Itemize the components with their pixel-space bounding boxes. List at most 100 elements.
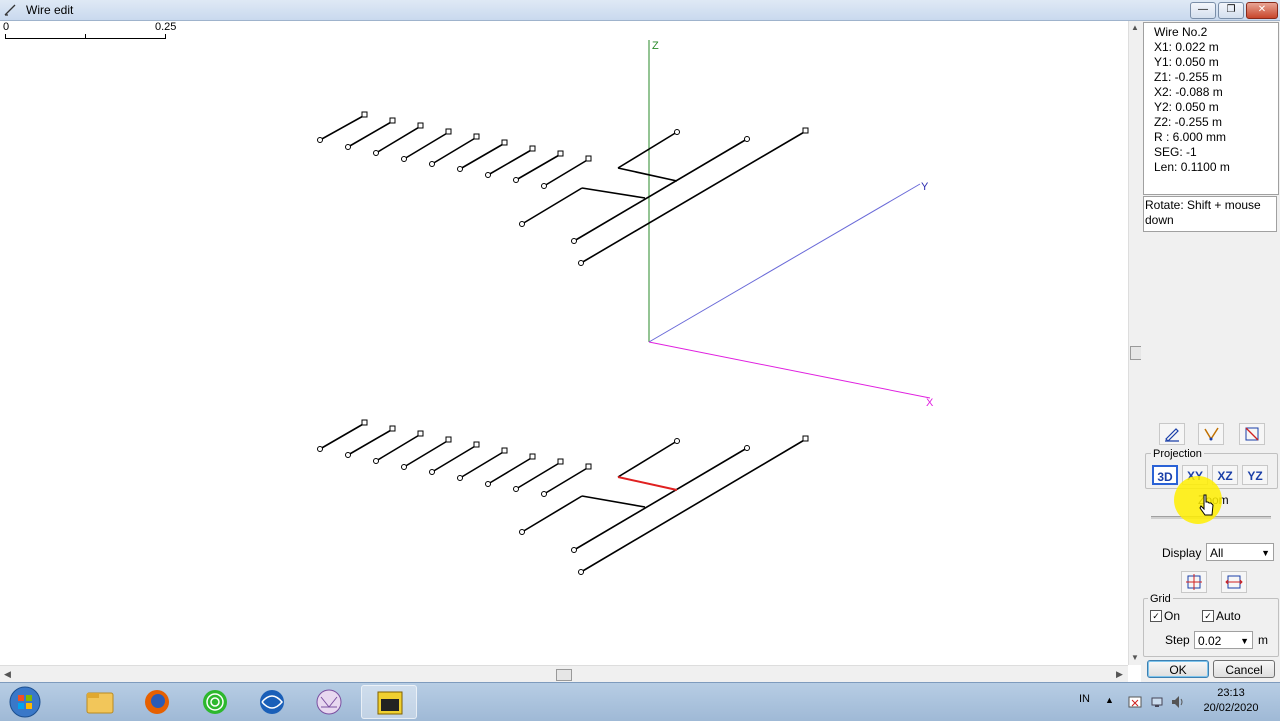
antenna-lower[interactable]: [319, 422, 807, 573]
director-wire: [431, 136, 478, 165]
director-wire: [515, 461, 562, 490]
x-axis-label: X: [926, 397, 934, 409]
feed-wire: [617, 167, 678, 182]
action-center-icon[interactable]: [1128, 695, 1142, 709]
z-axis-label: Z: [652, 40, 659, 52]
system-clock[interactable]: 23:13 20/02/2020: [1196, 686, 1266, 716]
wire-z1: Z1: -0.255 m: [1154, 70, 1223, 84]
expand-horizontal-icon: [1225, 575, 1243, 589]
director-wire: [347, 428, 394, 456]
wire-radius: R : 6.000 mm: [1154, 130, 1227, 144]
horizontal-scrollbar[interactable]: ◀ ▶: [0, 665, 1128, 683]
reflector-wire: [580, 438, 807, 573]
x-axis: [648, 341, 931, 399]
display-select[interactable]: All ▼: [1206, 543, 1274, 561]
director-wire: [487, 148, 534, 176]
driven-wire: [617, 440, 678, 478]
step-input[interactable]: 0.02 ▼: [1194, 631, 1253, 649]
language-indicator[interactable]: IN: [1079, 693, 1090, 705]
taskbar-explorer[interactable]: [72, 685, 128, 719]
add-wire-tool-button[interactable]: [1198, 423, 1224, 445]
box-diagonal-icon: [1245, 427, 1259, 441]
horizontal-scroll-thumb[interactable]: [556, 669, 572, 681]
projection-xz-button[interactable]: XZ: [1212, 465, 1238, 485]
step-label: Step: [1165, 633, 1190, 647]
scroll-right-arrow-icon[interactable]: ▶: [1116, 669, 1123, 680]
director-wire: [515, 153, 562, 181]
maximize-button[interactable]: ❐: [1218, 2, 1244, 19]
director-wire: [403, 439, 450, 468]
title-bar: Wire edit — ❐ ✕: [0, 0, 1280, 21]
director-wire: [375, 433, 422, 462]
volume-icon[interactable]: [1170, 694, 1186, 710]
wire-drawing-canvas[interactable]: Z Y X: [0, 21, 1128, 665]
y-axis: [648, 183, 921, 343]
taskbar-blue-app[interactable]: [244, 685, 300, 719]
close-button[interactable]: ✕: [1246, 2, 1278, 19]
scale-max-label: 0.25: [155, 21, 177, 33]
reflector-wire: [573, 138, 748, 242]
boom-wire: [521, 187, 583, 225]
scale-tick: [85, 34, 86, 39]
cancel-button[interactable]: Cancel: [1213, 660, 1275, 678]
scale-bar: 0 0.25: [0, 21, 180, 43]
taskbar-green-app[interactable]: [187, 685, 243, 719]
projection-3d-button[interactable]: 3D: [1152, 465, 1178, 485]
blue-globe-icon: [260, 690, 284, 714]
grid-auto-label: Auto: [1216, 609, 1241, 623]
rotate-hint: Rotate: Shift + mouse down: [1143, 196, 1277, 232]
grid-label: Grid: [1148, 593, 1173, 605]
taskbar-video-app[interactable]: [361, 685, 417, 719]
wire-x1: X1: 0.022 m: [1154, 40, 1219, 54]
minimize-button[interactable]: —: [1190, 2, 1216, 19]
control-panel: Wire No.2 X1: 0.022 m Y1: 0.050 m Z1: -0…: [1141, 21, 1280, 682]
zoom-extent-button[interactable]: [1221, 571, 1247, 593]
crosshair-icon: [1186, 574, 1202, 590]
taskbar-mmana[interactable]: [301, 685, 357, 719]
wire-y1: Y1: 0.050 m: [1154, 55, 1219, 69]
network-icon[interactable]: [1150, 695, 1164, 709]
mmana-icon: [316, 689, 342, 715]
file-explorer-icon: [86, 692, 114, 714]
wire-3d-view[interactable]: Z Y X: [0, 21, 1128, 665]
wire-info-box: Wire No.2 X1: 0.022 m Y1: 0.050 m Z1: -0…: [1143, 22, 1279, 195]
wire-z2: Z2: -0.255 m: [1154, 115, 1223, 129]
wire-angle-icon: [1204, 427, 1219, 441]
taskbar: IN ▲ 23:13 20/02/2020: [0, 682, 1280, 721]
director-wire: [543, 158, 590, 187]
grid-on-checkbox[interactable]: ✓: [1150, 610, 1162, 622]
ok-button[interactable]: OK: [1147, 660, 1209, 678]
edit-wire-tool-button[interactable]: [1159, 423, 1185, 445]
windows-start-icon[interactable]: [6, 685, 44, 719]
clock-time: 23:13: [1217, 687, 1245, 699]
chevron-down-icon: ▼: [1240, 636, 1249, 646]
feed-wire: [581, 495, 646, 508]
wire-x2: X2: -0.088 m: [1154, 85, 1223, 99]
green-target-icon: [203, 690, 227, 714]
scale-tick: [165, 34, 166, 39]
scroll-up-arrow-icon[interactable]: ▲: [1131, 23, 1139, 32]
grid-on-label: On: [1164, 609, 1181, 623]
director-wire: [543, 466, 590, 495]
driven-wire: [617, 131, 678, 169]
taskbar-firefox[interactable]: [129, 685, 185, 719]
wire-seg: SEG: -1: [1154, 145, 1197, 159]
zoom-fit-button[interactable]: [1181, 571, 1207, 593]
antenna-upper[interactable]: [319, 114, 807, 264]
display-label: Display: [1162, 546, 1202, 560]
chevron-down-icon: ▼: [1261, 548, 1270, 558]
boom-wire: [521, 495, 583, 533]
scroll-down-arrow-icon[interactable]: ▼: [1131, 653, 1139, 662]
tray-expand-icon[interactable]: ▲: [1105, 695, 1114, 705]
wire-edit-app-icon: [4, 4, 16, 16]
director-wire: [319, 422, 366, 450]
grid-auto-checkbox[interactable]: ✓: [1202, 610, 1214, 622]
scale-zero-label: 0: [3, 21, 10, 33]
vertical-scrollbar[interactable]: ▲ ▼: [1128, 21, 1142, 665]
wire-length: Len: 0.1100 m: [1154, 160, 1230, 174]
projection-yz-button[interactable]: YZ: [1242, 465, 1268, 485]
selected-wire[interactable]: [617, 476, 678, 491]
select-area-tool-button[interactable]: [1239, 423, 1265, 445]
scroll-left-arrow-icon[interactable]: ◀: [4, 669, 11, 680]
director-wire: [375, 125, 422, 154]
